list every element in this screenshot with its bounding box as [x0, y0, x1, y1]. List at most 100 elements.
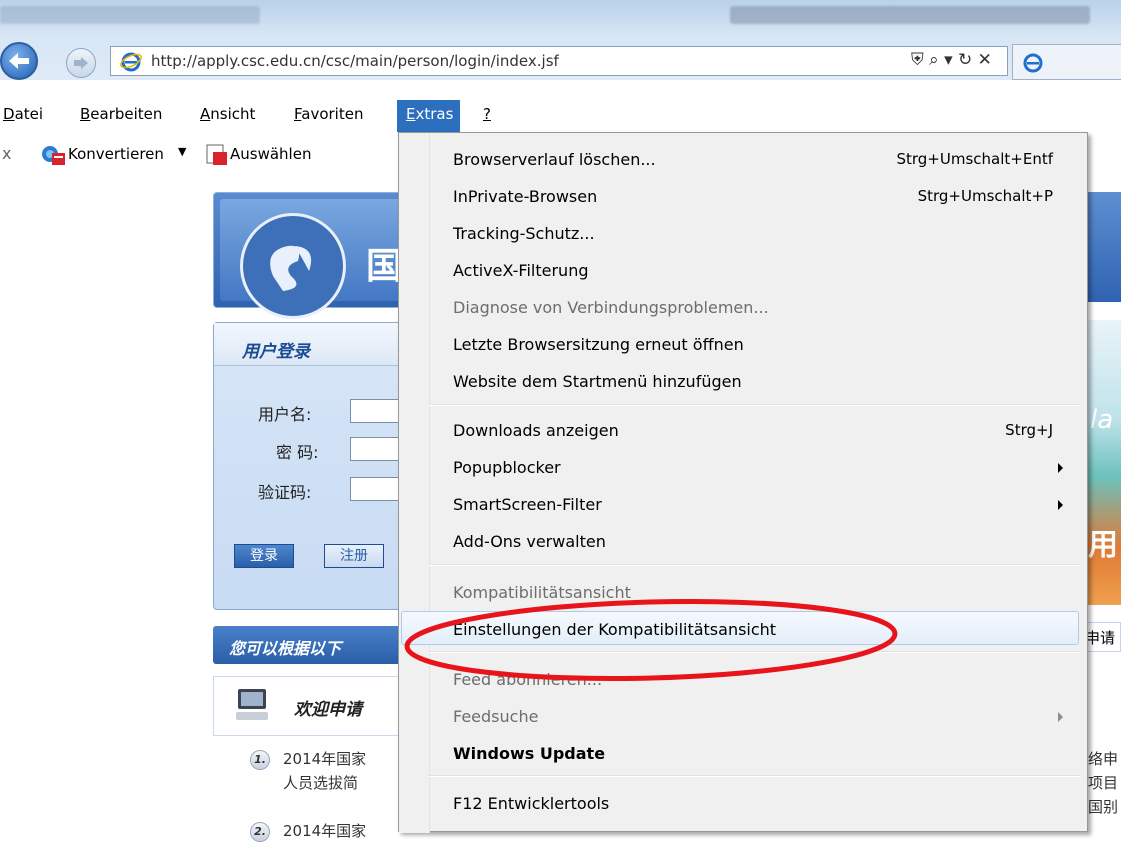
menu-item-windows-update[interactable]: Windows Update [401, 735, 1083, 772]
menu-item-label: Feedsuche [453, 707, 539, 726]
submenu-arrow-icon [1058, 500, 1063, 510]
banner-right-fragment [1085, 192, 1121, 302]
ie-logo-icon [1023, 53, 1043, 73]
news-item-1-line2[interactable]: 人员选拔简 [283, 772, 358, 793]
forward-button[interactable] [66, 48, 96, 78]
captcha-input[interactable] [350, 477, 400, 501]
right-text-fragment-2: 项目 [1088, 774, 1119, 792]
menu-extras-label: Extras [406, 105, 454, 123]
back-button[interactable] [0, 42, 38, 80]
menu-item-tracking-protection[interactable]: Tracking-Schutz... [401, 215, 1083, 252]
window-title-blurred [730, 6, 1090, 24]
menu-datei[interactable]: Datei [3, 105, 43, 123]
menu-item-diagnose-connection: Diagnose von Verbindungsproblemen... [401, 289, 1083, 326]
menu-item-label: Kompatibilitätsansicht [453, 583, 631, 602]
select-button[interactable]: Auswählen [230, 145, 311, 163]
submenu-arrow-icon [1058, 463, 1063, 473]
close-toolbar-icon[interactable]: x [2, 144, 11, 163]
menu-item-label: F12 Entwicklertools [453, 794, 610, 813]
menu-item-subscribe-feed: Feed abonnieren... [401, 661, 1083, 698]
menu-separator [429, 404, 1081, 406]
csc-logo-icon [240, 213, 346, 319]
register-button[interactable]: 注册 [324, 544, 384, 568]
title-bar: http://apply.csc.edu.cn/csc/main/person/… [0, 0, 1121, 80]
menu-item-feed-discovery: Feedsuche [401, 698, 1083, 735]
login-title: 用户登录 [242, 342, 310, 362]
password-label: 密 码: [276, 443, 319, 462]
menu-item-label: Downloads anzeigen [453, 421, 619, 440]
title-text-blurred [0, 6, 260, 24]
menu-item-label: ActiveX-Filterung [453, 261, 589, 280]
menu-item-add-to-start-menu[interactable]: Website dem Startmenü hinzufügen [401, 363, 1083, 400]
menu-item-label: Browserverlauf löschen... [453, 150, 656, 169]
menu-item-activex-filtering[interactable]: ActiveX-Filterung [401, 252, 1083, 289]
select-pdf-icon [206, 144, 227, 165]
menu-item-popup-blocker[interactable]: Popupblocker [401, 449, 1083, 486]
menu-item-label: Website dem Startmenü hinzufügen [453, 372, 742, 391]
username-label: 用户名: [258, 405, 312, 424]
menu-item-label: InPrivate-Browsen [453, 187, 598, 206]
menu-item-smartscreen[interactable]: SmartScreen-Filter [401, 486, 1083, 523]
address-tools-icons[interactable]: ⛨ ⌕ ▾ ↻ ✕ [911, 50, 992, 70]
menu-bearbeiten[interactable]: Bearbeiten [80, 105, 162, 123]
csc-emblem-icon [270, 245, 312, 291]
news-item-2-line1[interactable]: 2014年国家 [283, 820, 366, 841]
news-number-2: 2. [250, 822, 270, 842]
menu-item-shortcut: Strg+Umschalt+P [917, 187, 1053, 205]
menu-separator [429, 564, 1081, 566]
right-text-fragment-1: 络申 [1088, 750, 1119, 768]
menu-item-label: Add-Ons verwalten [453, 532, 606, 551]
menu-item-compat-view-settings[interactable]: Einstellungen der Kompatibilitätsansicht [401, 611, 1083, 648]
menu-item-label: Popupblocker [453, 458, 561, 477]
chevron-down-icon[interactable]: ▼ [178, 145, 186, 158]
username-input[interactable] [350, 399, 400, 423]
menu-item-f12-devtools[interactable]: F12 Entwicklertools [401, 785, 1083, 822]
browser-tab[interactable] [1012, 44, 1121, 80]
promo-char-fragment: 用 [1088, 528, 1118, 563]
login-panel: 用户登录 用户名: 密 码: 验证码: 登录 注册 [213, 322, 413, 610]
menu-favoriten[interactable]: Favoriten [294, 105, 363, 123]
menu-bar: Datei Bearbeiten Ansicht Favoriten Extra… [0, 100, 1121, 132]
menu-item-inprivate[interactable]: InPrivate-Browsen Strg+Umschalt+P [401, 178, 1083, 215]
convert-pdf-icon [42, 146, 65, 165]
menu-item-shortcut: Strg+Umschalt+Entf [896, 150, 1053, 168]
info-bar: 您可以根据以下 [213, 626, 413, 664]
welcome-heading: 欢迎申请 [294, 700, 362, 720]
extras-dropdown-menu: Browserverlauf löschen... Strg+Umschalt+… [398, 132, 1088, 833]
back-arrow-icon [9, 53, 29, 69]
menu-item-label: SmartScreen-Filter [453, 495, 602, 514]
news-number-1: 1. [250, 750, 270, 770]
menu-ansicht[interactable]: Ansicht [200, 105, 255, 123]
url-text[interactable]: http://apply.csc.edu.cn/csc/main/person/… [151, 52, 559, 70]
menu-item-delete-history[interactable]: Browserverlauf löschen... Strg+Umschalt+… [401, 141, 1083, 178]
menu-separator [429, 775, 1081, 777]
menu-separator [429, 651, 1081, 653]
menu-item-reopen-session[interactable]: Letzte Browsersitzung erneut öffnen [401, 326, 1083, 363]
right-text-fragment-3: 国别 [1088, 798, 1119, 816]
news-item-1-line1[interactable]: 2014年国家 [283, 748, 366, 769]
menu-item-label: Letzte Browsersitzung erneut öffnen [453, 335, 744, 354]
menu-item-compat-view: Kompatibilitätsansicht [401, 574, 1083, 611]
computer-icon [236, 689, 268, 720]
password-input[interactable] [350, 437, 400, 461]
menu-item-manage-addons[interactable]: Add-Ons verwalten [401, 523, 1083, 560]
banner-title-char: 国 [366, 246, 403, 287]
address-bar[interactable]: http://apply.csc.edu.cn/csc/main/person/… [110, 46, 1008, 76]
convert-button[interactable]: Konvertieren [68, 145, 164, 163]
menu-item-view-downloads[interactable]: Downloads anzeigen Strg+J [401, 412, 1083, 449]
login-header: 用户登录 [214, 323, 412, 366]
promo-text-fragment: la [1090, 405, 1114, 435]
welcome-box: 欢迎申请 [213, 676, 413, 736]
menu-extras[interactable]: Extras [397, 100, 460, 132]
menu-help[interactable]: ? [483, 105, 491, 123]
menu-item-label: Feed abonnieren... [453, 670, 603, 689]
ie-logo-icon [120, 52, 142, 72]
site-banner: 国 [213, 192, 413, 319]
menu-item-label: Windows Update [453, 744, 606, 763]
menu-item-shortcut: Strg+J [1005, 421, 1053, 439]
menu-item-label: Diagnose von Verbindungsproblemen... [453, 298, 769, 317]
menu-item-label: Tracking-Schutz... [453, 224, 595, 243]
forward-arrow-icon [74, 57, 88, 69]
login-button[interactable]: 登录 [234, 544, 294, 568]
spacer [0, 80, 1121, 100]
